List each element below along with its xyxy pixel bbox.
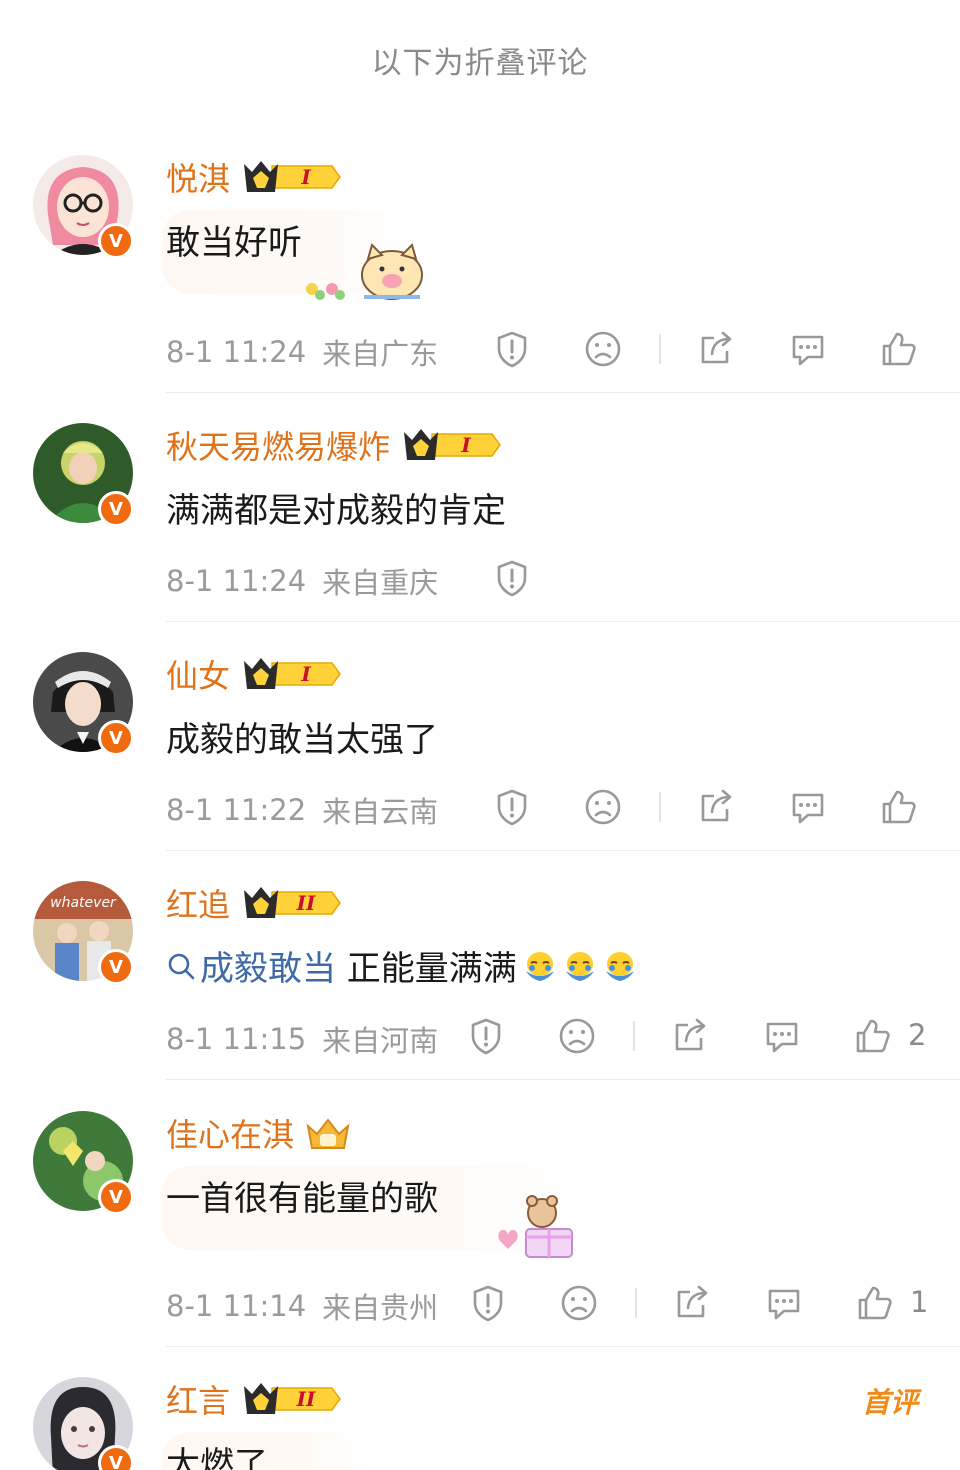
like-icon[interactable] <box>855 1283 895 1323</box>
comment-time: 8-1 11:24 <box>166 564 307 598</box>
comment-time: 8-1 11:14 <box>166 1289 307 1323</box>
comment-text: 满满都是对成毅的肯定 <box>166 491 506 531</box>
like-count: 1 <box>910 1285 929 1319</box>
comment-location: 来自贵州 <box>322 1291 439 1325</box>
topic-link[interactable]: 成毅敢当 <box>166 941 336 990</box>
comment-text: 太燃了 <box>166 1445 268 1470</box>
divider <box>166 1346 960 1347</box>
username[interactable]: 悦淇 <box>166 154 230 200</box>
verified-icon: V <box>98 720 134 756</box>
divider <box>659 792 661 822</box>
crown-icon <box>402 426 502 464</box>
share-icon[interactable] <box>697 329 737 369</box>
report-icon[interactable] <box>492 558 532 598</box>
cat-sticker-icon <box>306 243 423 300</box>
report-icon[interactable] <box>492 329 532 369</box>
comment-time: 8-1 11:24 <box>166 335 307 369</box>
username[interactable]: 秋天易燃易爆炸 <box>166 422 390 468</box>
divider <box>659 334 661 364</box>
divider <box>166 1079 960 1080</box>
verified-icon: V <box>98 491 134 527</box>
report-icon[interactable] <box>468 1283 508 1323</box>
dislike-icon[interactable] <box>583 787 623 827</box>
comment-location: 来自云南 <box>322 795 439 829</box>
crown-icon <box>306 1118 350 1149</box>
dislike-icon[interactable] <box>559 1283 599 1323</box>
comment-text: 一首很有能量的歌 <box>166 1179 438 1219</box>
reply-icon[interactable] <box>764 1283 804 1323</box>
share-icon[interactable] <box>671 1016 711 1056</box>
like-icon[interactable] <box>879 787 919 827</box>
comment-location: 来自重庆 <box>322 566 439 600</box>
share-icon[interactable] <box>697 787 737 827</box>
svg-text:whatever: whatever <box>50 895 117 911</box>
username[interactable]: 佳心在淇 <box>166 1110 294 1156</box>
crown-icon <box>242 1380 342 1418</box>
verified-icon: V <box>98 1445 134 1470</box>
divider <box>166 621 960 622</box>
search-icon <box>168 953 195 979</box>
crying-emoji-icon <box>523 949 557 983</box>
bear-sticker-icon <box>498 1195 573 1258</box>
divider <box>166 850 960 851</box>
comment-text: 成毅的敢当太强了 <box>166 720 438 760</box>
report-icon[interactable] <box>492 787 532 827</box>
like-icon[interactable] <box>853 1016 893 1056</box>
comment-location: 来自河南 <box>322 1024 439 1058</box>
crying-emoji-icon <box>563 949 597 983</box>
reply-icon[interactable] <box>762 1016 802 1056</box>
report-icon[interactable] <box>466 1016 506 1056</box>
comment-time: 8-1 11:15 <box>166 1022 307 1056</box>
comment-location: 来自广东 <box>322 337 439 371</box>
crying-emoji-icon <box>603 949 637 983</box>
username[interactable]: 仙女 <box>166 651 230 697</box>
comment-text: 正能量满满 <box>336 949 517 989</box>
verified-icon: V <box>98 1179 134 1215</box>
like-icon[interactable] <box>879 329 919 369</box>
username[interactable]: 红言 <box>166 1376 230 1422</box>
reply-icon[interactable] <box>788 787 828 827</box>
crown-icon <box>242 655 342 693</box>
folded-comments-header: 以下为折叠评论 <box>371 46 589 81</box>
first-comment-tag: 首评 <box>861 1386 918 1419</box>
divider <box>633 1021 635 1051</box>
crown-icon <box>242 158 342 196</box>
divider <box>635 1288 637 1318</box>
dislike-icon[interactable] <box>557 1016 597 1056</box>
verified-icon: V <box>98 223 134 259</box>
like-count: 2 <box>908 1018 927 1052</box>
reply-icon[interactable] <box>788 329 828 369</box>
divider <box>166 392 960 393</box>
comment-text: 敢当好听 <box>166 223 302 263</box>
verified-icon: V <box>98 949 134 985</box>
share-icon[interactable] <box>673 1283 713 1323</box>
comment-time: 8-1 11:22 <box>166 793 307 827</box>
dislike-icon[interactable] <box>583 329 623 369</box>
topic-text: 成毅敢当 <box>200 949 336 989</box>
crown-icon <box>242 884 342 922</box>
username[interactable]: 红追 <box>166 880 230 926</box>
